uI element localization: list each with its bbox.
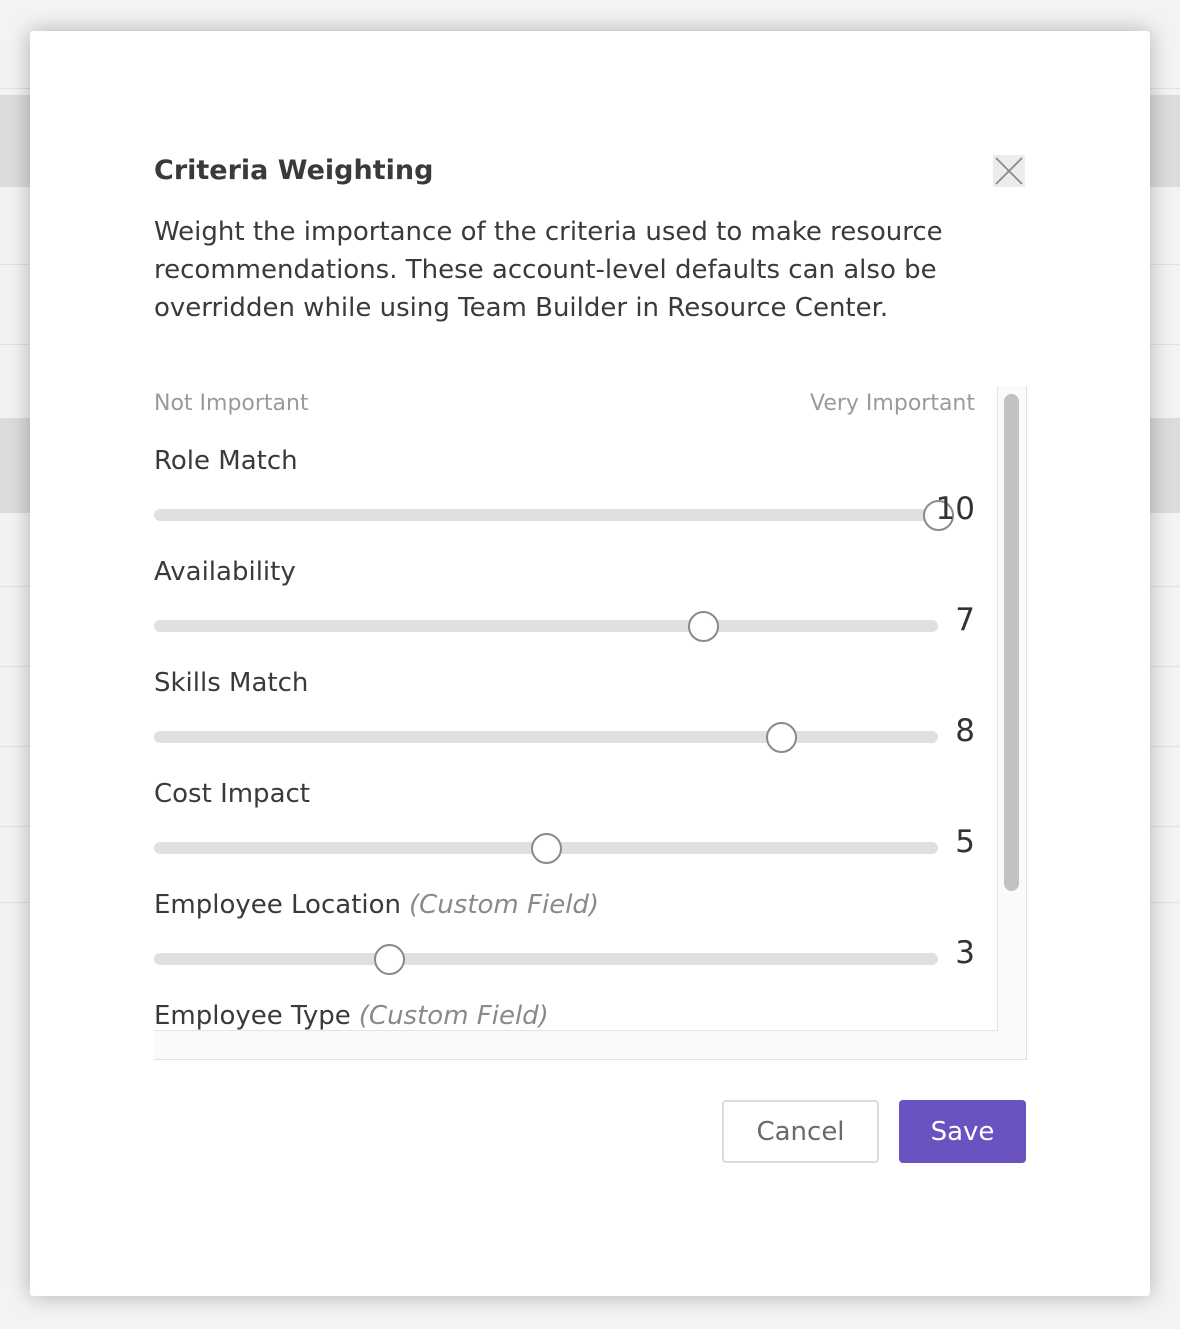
- criterion-label: Role Match: [154, 446, 298, 476]
- slider-thumb[interactable]: [687, 611, 719, 642]
- criterion-label: Employee Type (Custom Field): [154, 1001, 549, 1031]
- criterion-cost-impact: Cost Impact 5: [154, 779, 997, 890]
- criterion-value: 8: [955, 713, 975, 749]
- availability-slider[interactable]: [154, 611, 938, 642]
- cancel-button[interactable]: Cancel: [722, 1100, 879, 1163]
- cost-impact-slider[interactable]: [154, 833, 938, 864]
- close-icon: [993, 155, 1025, 187]
- criterion-label: Employee Location (Custom Field): [154, 890, 600, 920]
- employee-location-slider[interactable]: [154, 944, 938, 975]
- criterion-employee-type: Employee Type (Custom Field): [154, 1001, 997, 1031]
- slider-thumb[interactable]: [766, 722, 798, 753]
- close-button[interactable]: [993, 155, 1025, 187]
- criterion-label: Availability: [154, 557, 296, 587]
- skills-match-slider[interactable]: [154, 722, 938, 753]
- scale-max-label: Very Important: [810, 391, 975, 416]
- criteria-weighting-dialog: Criteria Weighting Weight the importance…: [30, 31, 1150, 1296]
- save-button[interactable]: Save: [899, 1100, 1026, 1163]
- criteria-list: Not Important Very Important Role Match …: [154, 386, 998, 1031]
- criterion-label: Skills Match: [154, 668, 309, 698]
- slider-thumb[interactable]: [531, 833, 562, 864]
- criterion-value: 7: [955, 602, 975, 638]
- scrollbar-thumb[interactable]: [1004, 394, 1019, 891]
- criterion-employee-location: Employee Location (Custom Field) 3: [154, 890, 997, 1001]
- dialog-title: Criteria Weighting: [154, 155, 434, 186]
- criterion-skills-match: Skills Match 8: [154, 668, 997, 779]
- scale-min-label: Not Important: [154, 391, 309, 416]
- criterion-availability: Availability 7: [154, 557, 997, 668]
- criterion-label: Cost Impact: [154, 779, 310, 809]
- role-match-slider[interactable]: [154, 500, 954, 531]
- criterion-role-match: Role Match 10: [154, 446, 997, 557]
- criterion-value: 10: [935, 491, 975, 527]
- criteria-scroll-panel: Not Important Very Important Role Match …: [154, 386, 1027, 1060]
- slider-thumb[interactable]: [374, 944, 406, 975]
- criterion-value: 3: [955, 935, 975, 971]
- criterion-value: 5: [955, 824, 975, 860]
- dialog-description: Weight the importance of the criteria us…: [154, 217, 943, 323]
